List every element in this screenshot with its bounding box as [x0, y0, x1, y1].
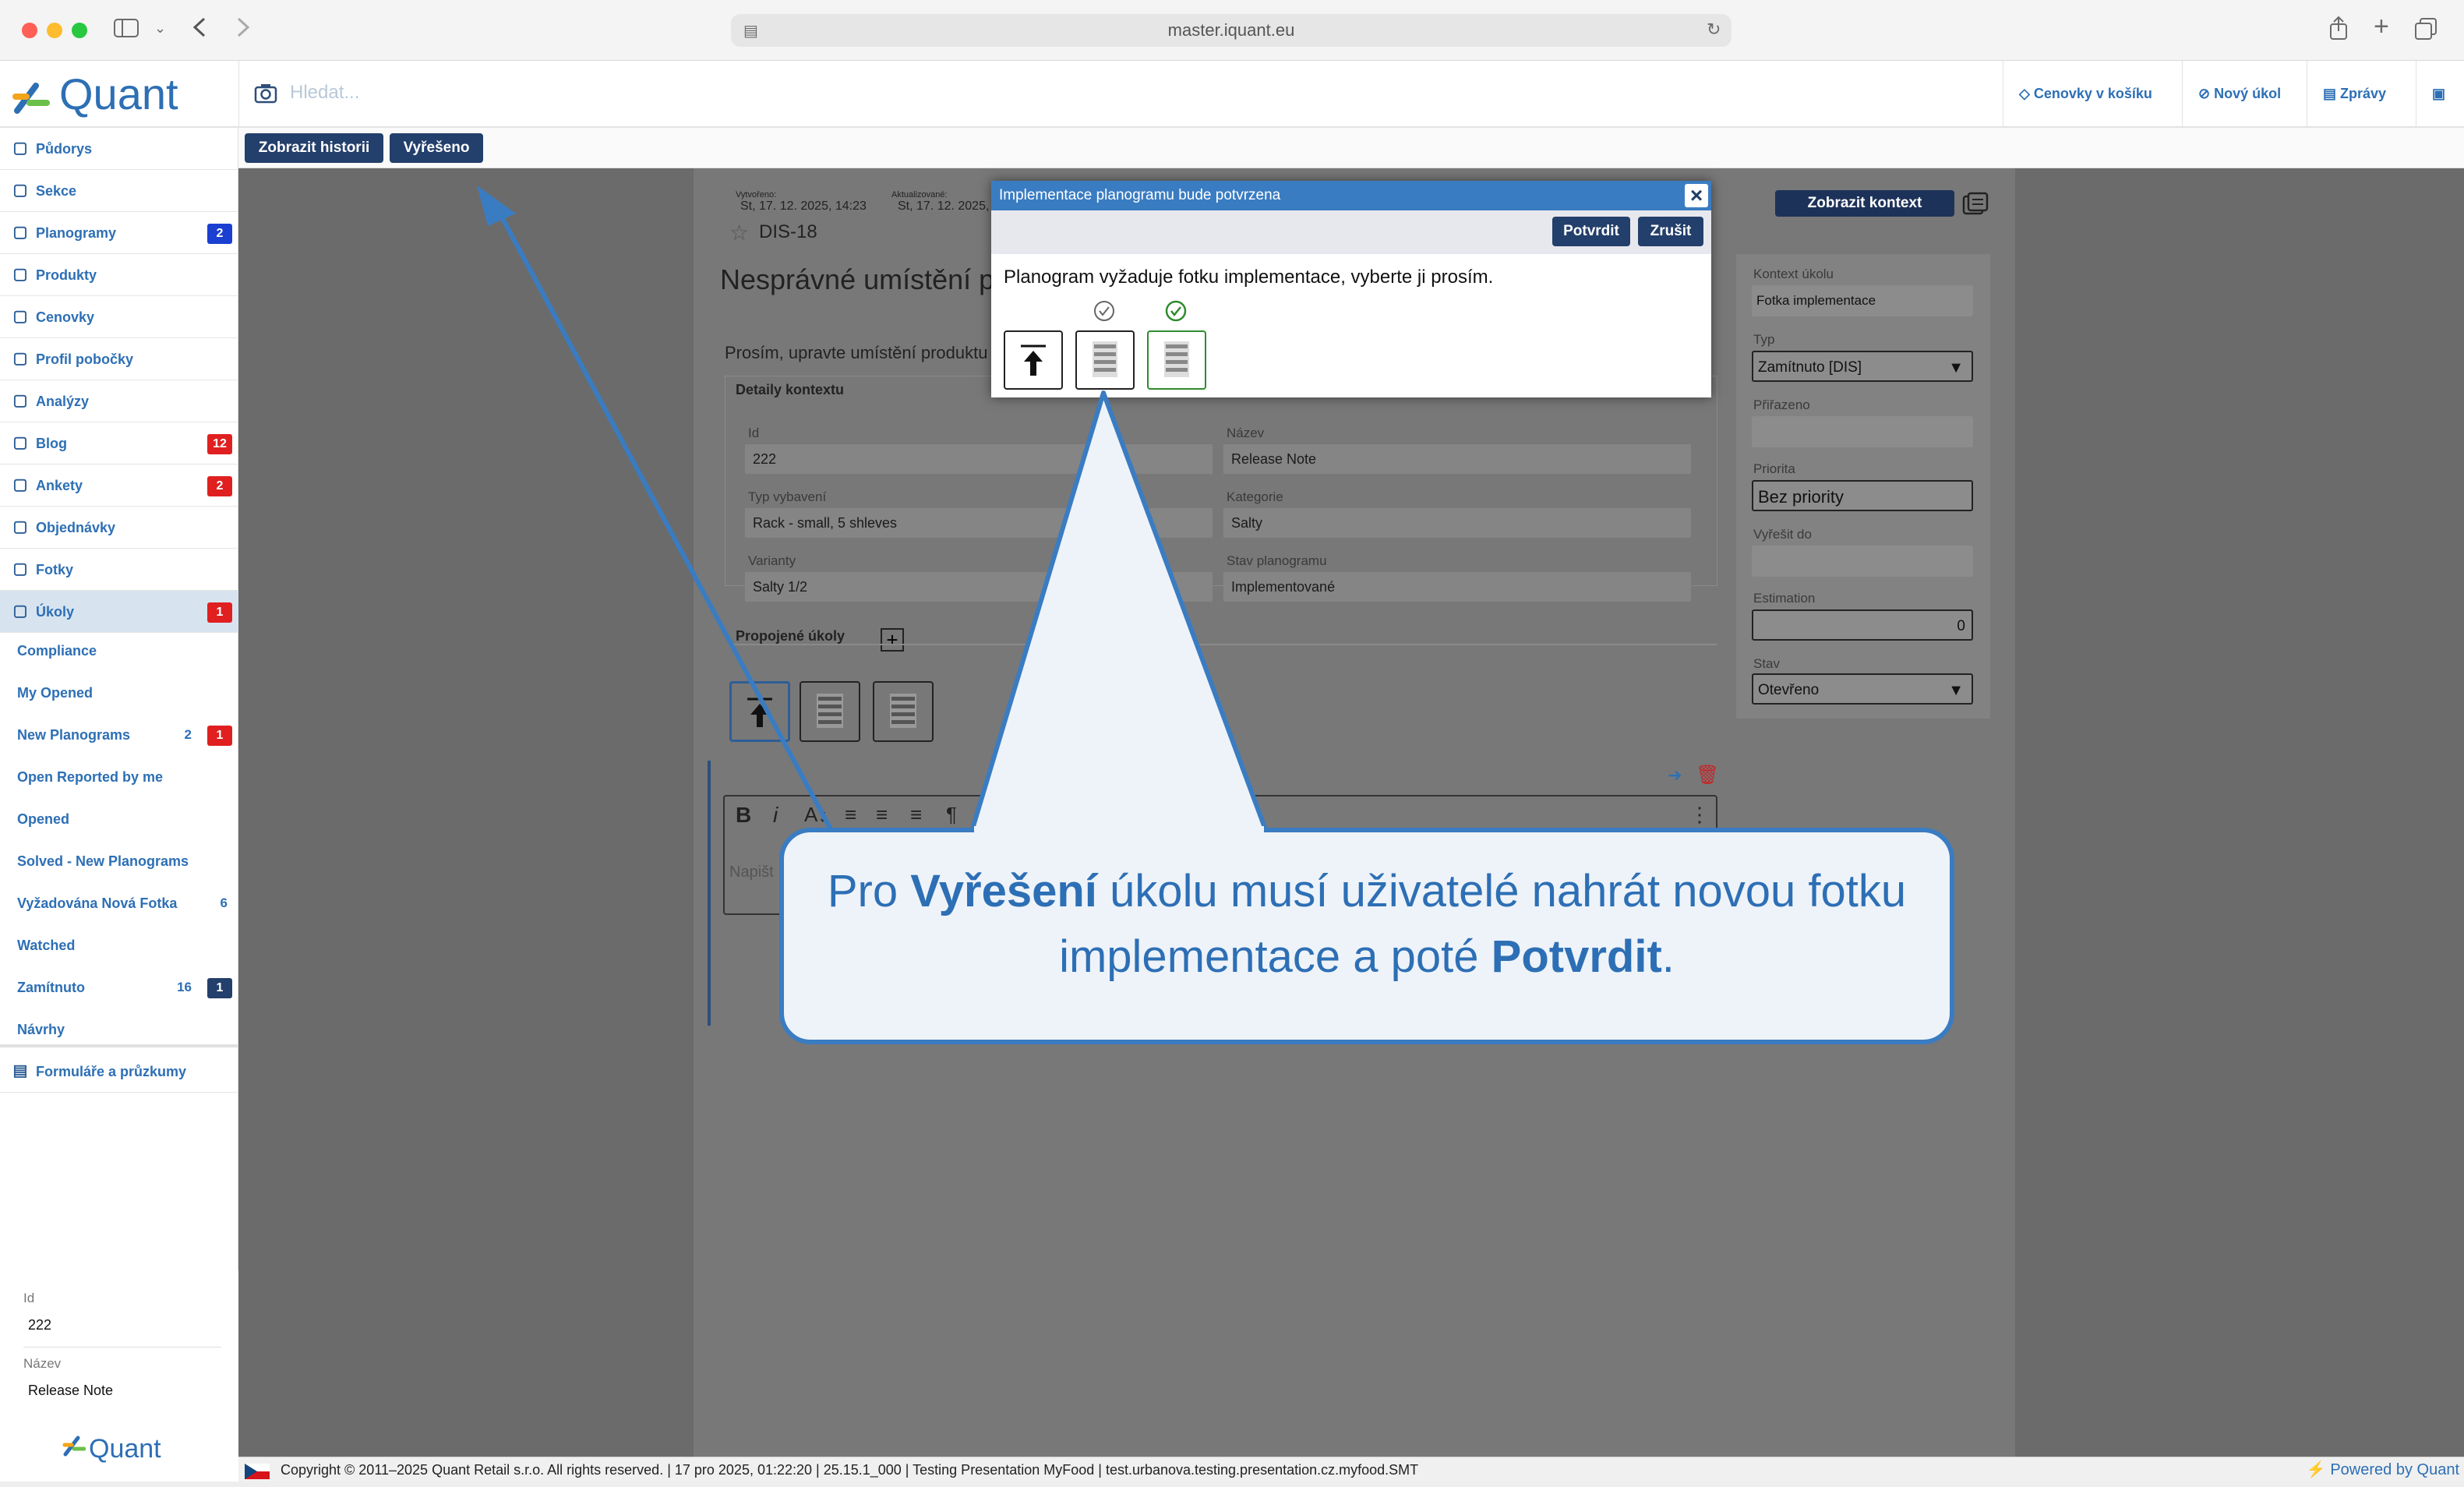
callout-pointer-join: [974, 826, 1264, 837]
callout-pointer: [969, 390, 1269, 836]
callout-text: Pro Vyřešení úkolu musí uživatelé nahrát…: [827, 866, 1907, 982]
